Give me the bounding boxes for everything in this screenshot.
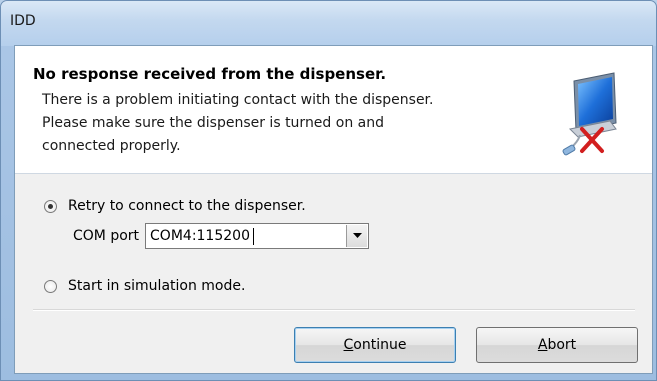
title-bar[interactable]: IDD: [0, 0, 657, 46]
text-caret: [252, 227, 254, 245]
com-port-row: COM port COM4:115200: [73, 223, 370, 249]
abort-button[interactable]: Abort: [476, 327, 638, 363]
window-title: IDD: [10, 13, 36, 29]
simulation-label: Start in simulation mode.: [68, 278, 246, 294]
message-header: No response received from the dispenser.…: [15, 46, 652, 174]
message-title: No response received from the dispenser.: [33, 65, 387, 83]
message-line-1: There is a problem initiating contact wi…: [42, 92, 434, 108]
retry-label: Retry to connect to the dispenser.: [68, 198, 306, 214]
message-body: There is a problem initiating contact wi…: [42, 89, 552, 158]
computer-disconnected-icon: [562, 72, 617, 156]
retry-option[interactable]: Retry to connect to the dispenser.: [44, 198, 306, 214]
simulation-radio[interactable]: [44, 279, 57, 293]
message-line-2: Please make sure the dispenser is turned…: [42, 115, 384, 131]
simulation-option[interactable]: Start in simulation mode.: [44, 278, 245, 294]
com-port-select[interactable]: COM4:115200: [145, 223, 370, 249]
dropdown-button[interactable]: [346, 225, 368, 247]
dialog-window: IDD No response received from the dispen…: [0, 0, 657, 381]
com-port-label: COM port: [73, 228, 140, 244]
continue-label: Continue: [343, 336, 407, 353]
retry-radio[interactable]: [44, 199, 57, 213]
abort-label: Abort: [537, 336, 577, 353]
com-port-value: COM4:115200: [150, 228, 250, 244]
dialog-body: No response received from the dispenser.…: [14, 45, 653, 374]
separator-line: [33, 309, 635, 311]
continue-button[interactable]: Continue: [294, 327, 456, 363]
chevron-down-icon: [352, 233, 362, 238]
message-line-3: connected properly.: [42, 138, 181, 154]
